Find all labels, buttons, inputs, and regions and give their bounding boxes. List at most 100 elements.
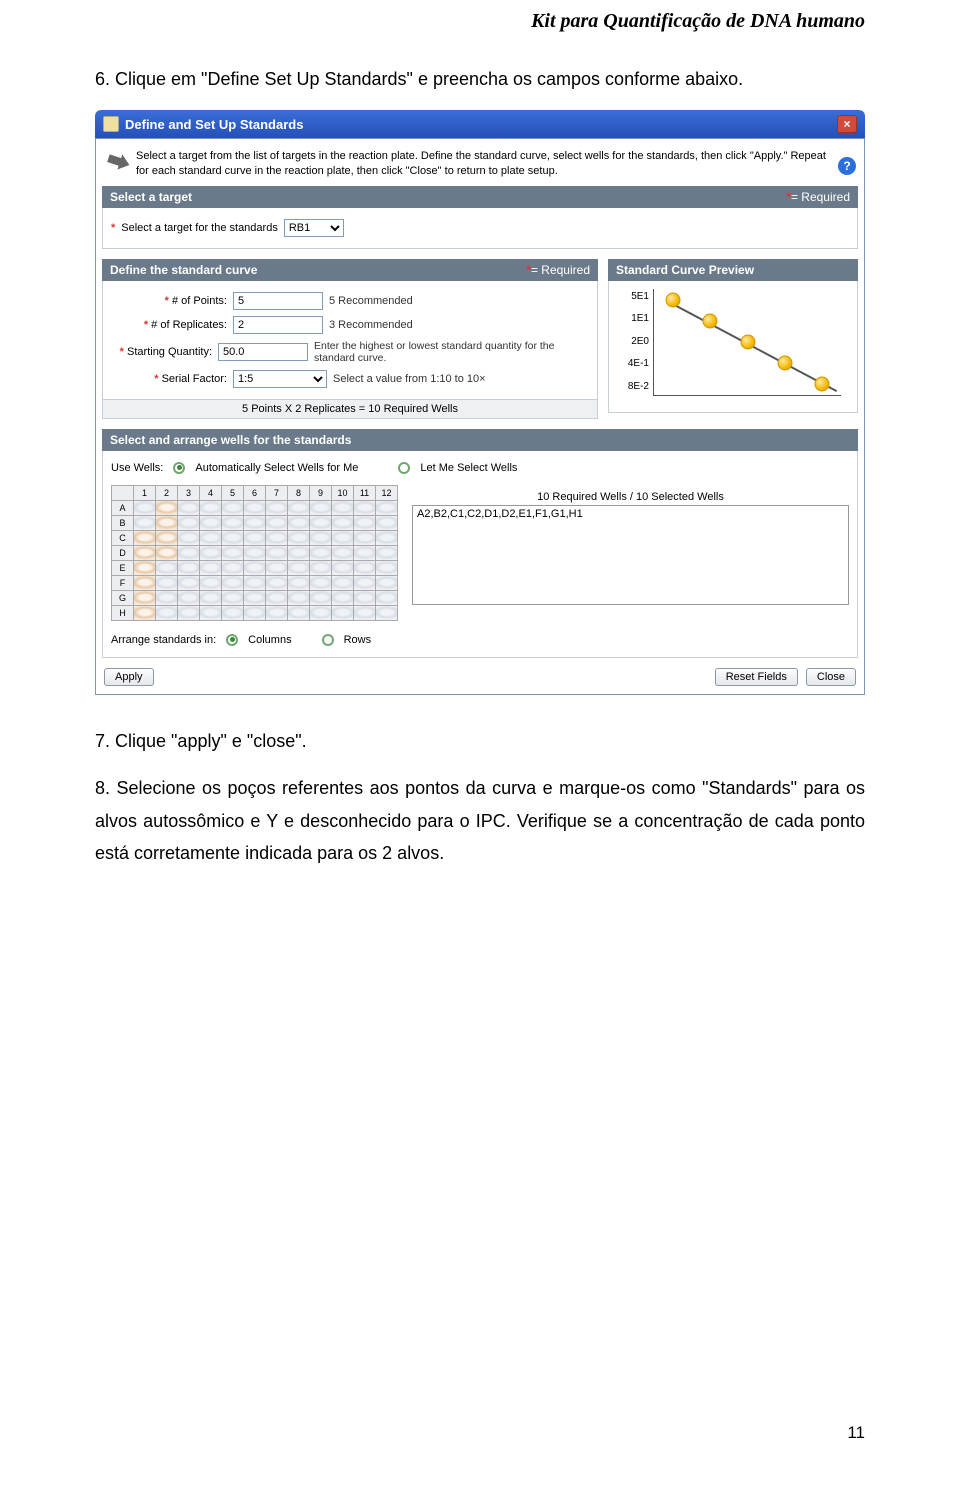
well-D12[interactable]: [376, 545, 398, 560]
start-qty-input[interactable]: [218, 343, 308, 361]
radio-rows[interactable]: [322, 634, 334, 646]
well-G8[interactable]: [288, 590, 310, 605]
reset-button[interactable]: Reset Fields: [715, 668, 798, 686]
well-E4[interactable]: [200, 560, 222, 575]
well-H11[interactable]: [354, 605, 376, 620]
well-H9[interactable]: [310, 605, 332, 620]
replicates-input[interactable]: [233, 316, 323, 334]
well-D2[interactable]: [156, 545, 178, 560]
well-A8[interactable]: [288, 500, 310, 515]
well-G4[interactable]: [200, 590, 222, 605]
apply-button[interactable]: Apply: [104, 668, 154, 686]
target-select[interactable]: RB1: [284, 219, 344, 237]
well-H3[interactable]: [178, 605, 200, 620]
well-D10[interactable]: [332, 545, 354, 560]
well-B12[interactable]: [376, 515, 398, 530]
well-F7[interactable]: [266, 575, 288, 590]
well-A9[interactable]: [310, 500, 332, 515]
well-G5[interactable]: [222, 590, 244, 605]
well-A6[interactable]: [244, 500, 266, 515]
well-E9[interactable]: [310, 560, 332, 575]
points-input[interactable]: [233, 292, 323, 310]
well-A4[interactable]: [200, 500, 222, 515]
radio-auto[interactable]: [173, 462, 185, 474]
well-C8[interactable]: [288, 530, 310, 545]
well-E11[interactable]: [354, 560, 376, 575]
well-F11[interactable]: [354, 575, 376, 590]
well-D8[interactable]: [288, 545, 310, 560]
well-F2[interactable]: [156, 575, 178, 590]
window-close-button[interactable]: ×: [837, 115, 857, 133]
well-H8[interactable]: [288, 605, 310, 620]
well-C5[interactable]: [222, 530, 244, 545]
well-E7[interactable]: [266, 560, 288, 575]
well-H1[interactable]: [134, 605, 156, 620]
well-B8[interactable]: [288, 515, 310, 530]
well-A1[interactable]: [134, 500, 156, 515]
well-G2[interactable]: [156, 590, 178, 605]
well-D11[interactable]: [354, 545, 376, 560]
well-C2[interactable]: [156, 530, 178, 545]
well-G9[interactable]: [310, 590, 332, 605]
well-F9[interactable]: [310, 575, 332, 590]
well-C11[interactable]: [354, 530, 376, 545]
well-A3[interactable]: [178, 500, 200, 515]
well-E8[interactable]: [288, 560, 310, 575]
well-G11[interactable]: [354, 590, 376, 605]
well-F12[interactable]: [376, 575, 398, 590]
well-F4[interactable]: [200, 575, 222, 590]
well-D1[interactable]: [134, 545, 156, 560]
well-B4[interactable]: [200, 515, 222, 530]
well-D9[interactable]: [310, 545, 332, 560]
well-F3[interactable]: [178, 575, 200, 590]
radio-manual[interactable]: [398, 462, 410, 474]
well-E12[interactable]: [376, 560, 398, 575]
well-H5[interactable]: [222, 605, 244, 620]
well-G7[interactable]: [266, 590, 288, 605]
well-C10[interactable]: [332, 530, 354, 545]
well-A12[interactable]: [376, 500, 398, 515]
help-icon[interactable]: ?: [838, 157, 856, 175]
well-G12[interactable]: [376, 590, 398, 605]
well-D6[interactable]: [244, 545, 266, 560]
well-B1[interactable]: [134, 515, 156, 530]
well-A2[interactable]: [156, 500, 178, 515]
well-D3[interactable]: [178, 545, 200, 560]
well-B6[interactable]: [244, 515, 266, 530]
well-C6[interactable]: [244, 530, 266, 545]
well-H2[interactable]: [156, 605, 178, 620]
well-A11[interactable]: [354, 500, 376, 515]
well-B3[interactable]: [178, 515, 200, 530]
well-D5[interactable]: [222, 545, 244, 560]
well-F10[interactable]: [332, 575, 354, 590]
well-E1[interactable]: [134, 560, 156, 575]
well-C12[interactable]: [376, 530, 398, 545]
well-A7[interactable]: [266, 500, 288, 515]
well-H12[interactable]: [376, 605, 398, 620]
well-H7[interactable]: [266, 605, 288, 620]
well-A10[interactable]: [332, 500, 354, 515]
well-B2[interactable]: [156, 515, 178, 530]
well-E5[interactable]: [222, 560, 244, 575]
well-G6[interactable]: [244, 590, 266, 605]
well-C4[interactable]: [200, 530, 222, 545]
well-E6[interactable]: [244, 560, 266, 575]
close-button[interactable]: Close: [806, 668, 856, 686]
serial-select[interactable]: 1:5: [233, 370, 327, 388]
well-C1[interactable]: [134, 530, 156, 545]
well-G3[interactable]: [178, 590, 200, 605]
well-B9[interactable]: [310, 515, 332, 530]
well-E10[interactable]: [332, 560, 354, 575]
well-C7[interactable]: [266, 530, 288, 545]
well-B10[interactable]: [332, 515, 354, 530]
well-F6[interactable]: [244, 575, 266, 590]
well-C3[interactable]: [178, 530, 200, 545]
well-G10[interactable]: [332, 590, 354, 605]
well-plate[interactable]: 123456789101112ABCDEFGH: [111, 485, 398, 621]
well-B11[interactable]: [354, 515, 376, 530]
well-E3[interactable]: [178, 560, 200, 575]
well-F5[interactable]: [222, 575, 244, 590]
well-B5[interactable]: [222, 515, 244, 530]
well-C9[interactable]: [310, 530, 332, 545]
well-F8[interactable]: [288, 575, 310, 590]
